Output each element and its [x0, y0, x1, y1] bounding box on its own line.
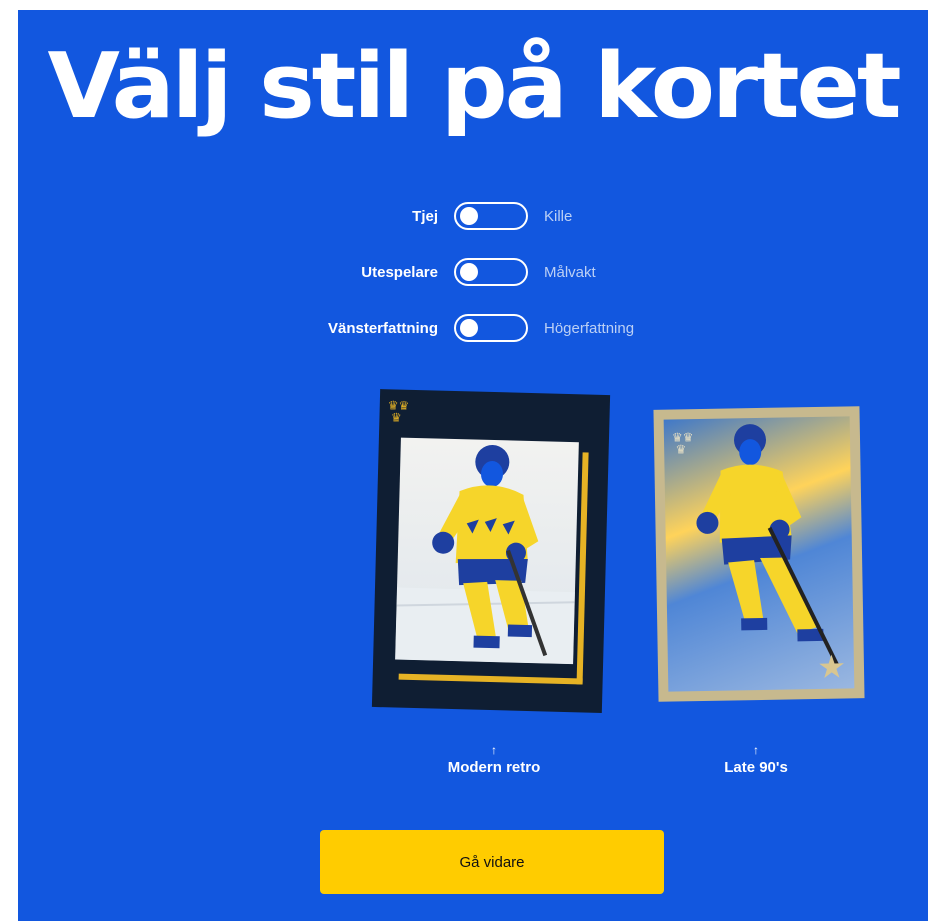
card-late-90s[interactable]: ♛♛ ♛ ★	[653, 406, 865, 702]
gender-toggle-row: Tjej Kille	[18, 200, 928, 234]
player-photo: ♛♛ ♛ ★	[663, 416, 855, 692]
position-toggle-row: Utespelare Målvakt	[18, 256, 928, 290]
switch-knob	[460, 319, 478, 337]
grip-switch[interactable]	[454, 314, 528, 342]
page-title: Välj stil på kortet	[47, 34, 901, 139]
style-label: Modern retro	[447, 759, 541, 776]
caption-late-90s[interactable]: ↑ Late 90's	[676, 743, 836, 776]
position-switch[interactable]	[454, 258, 528, 286]
toggle-left-label: Tjej	[412, 208, 438, 225]
switch-knob	[460, 207, 478, 225]
arrow-up-icon: ↑	[491, 743, 497, 757]
style-selection-panel: Välj stil på kortet Tjej Kille Utespelar…	[18, 10, 928, 921]
toggle-right-label: Målvakt	[544, 264, 596, 281]
arrow-up-icon: ↑	[753, 743, 759, 757]
caption-modern-retro[interactable]: ↑ Modern retro	[414, 743, 574, 776]
switch-knob	[460, 263, 478, 281]
player-photo	[395, 437, 579, 665]
star-icon: ★	[816, 648, 847, 685]
gender-switch[interactable]	[454, 202, 528, 230]
three-crowns-icon: ♛♛ ♛	[387, 398, 410, 425]
toggle-left-label: Utespelare	[361, 264, 438, 281]
toggle-right-label: Kille	[544, 208, 573, 225]
toggle-left-label: Vänsterfattning	[327, 320, 438, 337]
continue-button[interactable]: Gå vidare	[320, 830, 664, 894]
hockey-player-image	[395, 445, 575, 665]
card-modern-retro[interactable]: ♛♛ ♛	[371, 389, 611, 713]
grip-toggle-row: Vänsterfattning Högerfattning	[18, 312, 928, 346]
toggle-right-label: Högerfattning	[544, 320, 635, 337]
style-label: Late 90's	[724, 759, 788, 776]
